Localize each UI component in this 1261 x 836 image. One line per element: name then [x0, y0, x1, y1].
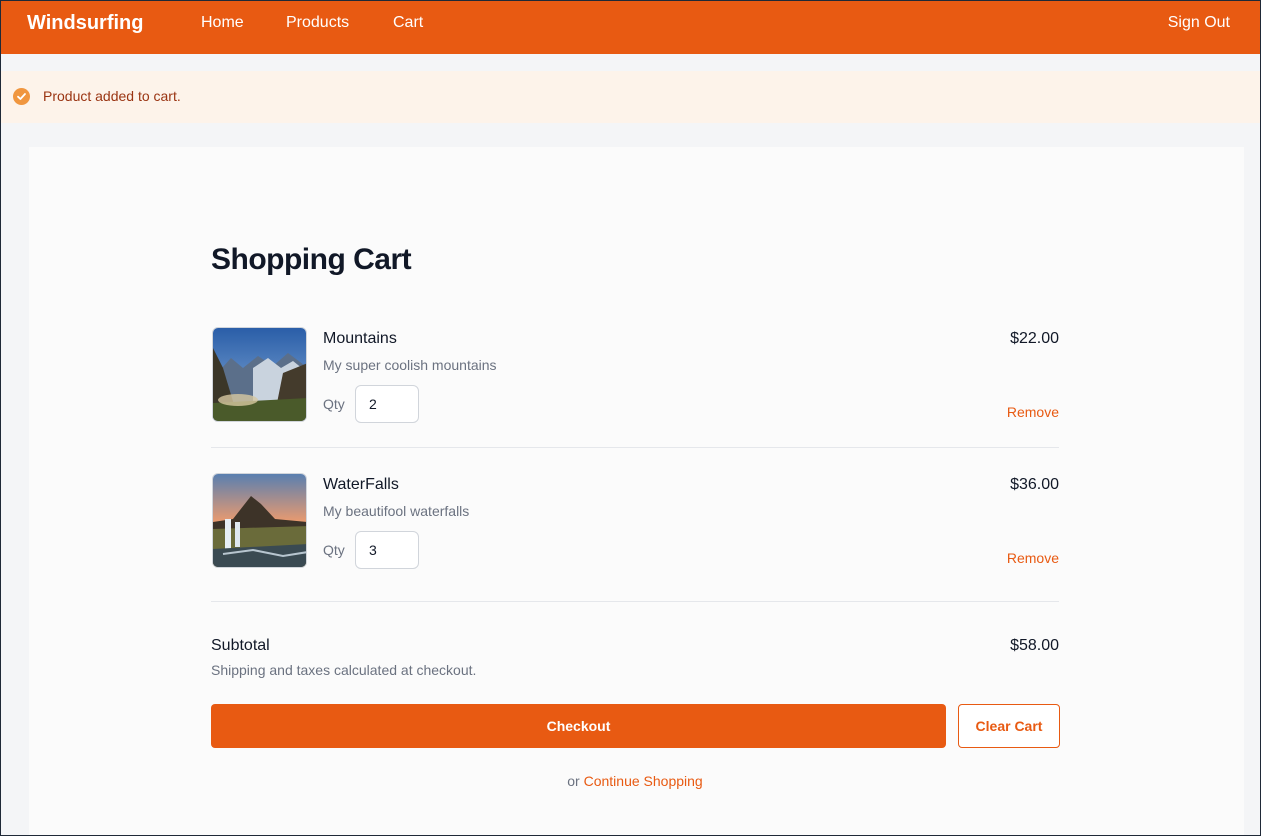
item-name[interactable]: WaterFalls	[323, 476, 399, 494]
shipping-note: Shipping and taxes calculated at checkou…	[211, 662, 477, 678]
nav-home-link[interactable]: Home	[201, 14, 244, 32]
item-price: $36.00	[1010, 476, 1059, 493]
nav-cart-link[interactable]: Cart	[393, 14, 423, 32]
sign-out-link[interactable]: Sign Out	[1168, 14, 1230, 32]
product-image-waterfalls	[212, 473, 307, 568]
page-title: Shopping Cart	[211, 243, 412, 276]
cart-panel: Shopping Cart Mountains My super coolish…	[29, 147, 1244, 835]
divider	[211, 447, 1059, 448]
remove-button[interactable]: Remove	[1007, 550, 1059, 566]
qty-input[interactable]	[355, 385, 419, 423]
subtotal-value: $58.00	[1010, 637, 1059, 654]
clear-cart-button[interactable]: Clear Cart	[958, 704, 1060, 748]
qty-label: Qty	[323, 542, 345, 558]
flash-text: Product added to cart.	[43, 88, 181, 104]
continue-shopping-link[interactable]: Continue Shopping	[584, 773, 703, 789]
flash-message: Product added to cart.	[1, 71, 1260, 123]
app-window: Windsurfing Home Products Cart Sign Out …	[0, 0, 1261, 836]
checkout-button[interactable]: Checkout	[211, 704, 946, 748]
nav-products-link[interactable]: Products	[286, 14, 349, 32]
item-name[interactable]: Mountains	[323, 330, 397, 348]
qty-label: Qty	[323, 396, 345, 412]
brand-logo[interactable]: Windsurfing	[27, 12, 143, 35]
item-description: My beautifool waterfalls	[323, 503, 470, 519]
qty-input[interactable]	[355, 531, 419, 569]
product-image-mountains	[212, 327, 307, 422]
item-price: $22.00	[1010, 330, 1059, 347]
remove-button[interactable]: Remove	[1007, 404, 1059, 420]
item-description: My super coolish mountains	[323, 357, 497, 373]
navbar: Windsurfing Home Products Cart Sign Out	[1, 1, 1260, 54]
divider	[211, 601, 1059, 602]
or-text: or	[567, 773, 580, 789]
check-circle-icon	[13, 88, 30, 105]
continue-row: or Continue Shopping	[211, 773, 1059, 789]
